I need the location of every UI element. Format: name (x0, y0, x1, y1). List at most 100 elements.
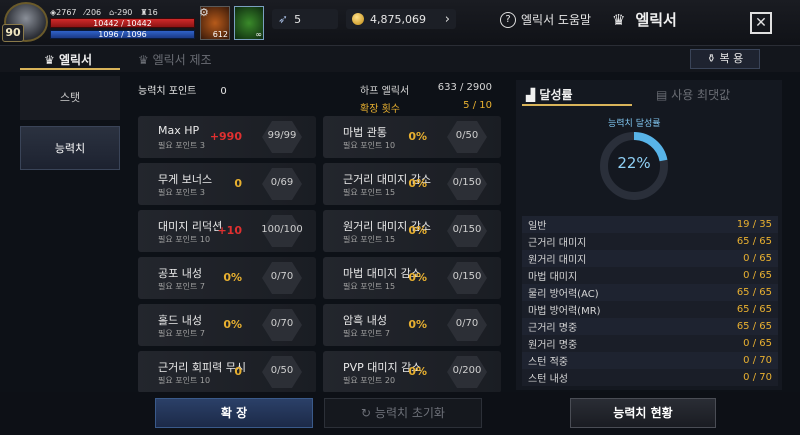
table-row: 물리 방어력(AC) 65 / 65 (522, 284, 778, 301)
stat-2: ⁄206 (85, 8, 102, 17)
stat-1-value: 2767 (56, 8, 77, 17)
table-row: 마법 대미지 0 / 65 (522, 267, 778, 284)
card-magic-damage-reduction[interactable]: 마법 대미지 감소 필요 포인트 15 0% 0/150 (323, 257, 501, 299)
card-level: 0/50 (455, 130, 479, 141)
gold-coin-icon (352, 13, 364, 25)
harp-elixir-info: 하프 엘릭서 633 / 2900 확장 횟수 5 / 10 (360, 82, 492, 118)
card-dark-resist[interactable]: 암흑 내성 필요 포인트 7 0% 0/70 (323, 304, 501, 346)
card-level: 0/200 (452, 365, 482, 376)
tab-achievement[interactable]: ▟ 달성률 (526, 86, 573, 103)
tab-underline (20, 68, 120, 70)
table-row: 스턴 내성 0 / 70 (522, 369, 778, 386)
tab-craft-label: 엘릭서 제조 (152, 53, 212, 67)
level-badge: 90 (2, 24, 24, 42)
side-tab-ability[interactable]: 능력치 (20, 126, 120, 170)
tab-elixir-icon: ♛ (44, 53, 59, 67)
row-key: 마법 방어력(MR) (528, 306, 601, 317)
page-title-text: 엘릭서 (635, 11, 677, 29)
tab-craft-icon: ♛ (138, 53, 153, 67)
gold-resource: 4,875,069 › (346, 9, 456, 29)
row-value: 0 / 65 (743, 253, 772, 264)
card-level: 0/70 (270, 318, 294, 329)
card-name: 홀드 내성 (158, 314, 202, 327)
card-level: 0/70 (270, 271, 294, 282)
card-hold-resist[interactable]: 홀드 내성 필요 포인트 7 0% 0/70 (138, 304, 316, 346)
card-req: 필요 포인트 7 (158, 329, 205, 338)
page-title: ♛ 엘릭서 (612, 9, 677, 30)
gold-amount: 4,875,069 (370, 12, 426, 26)
card-bonus: 0% (408, 365, 427, 378)
gear-icon[interactable]: ⚙ (199, 6, 209, 19)
side-tab-stat[interactable]: 스탯 (20, 76, 120, 120)
hp-bar: 10442 / 10442 (50, 18, 195, 28)
card-bonus: 0% (223, 271, 242, 284)
card-req: 필요 포인트 3 (158, 188, 205, 197)
card-req: 필요 포인트 15 (343, 188, 396, 197)
table-row: 원거리 대미지 0 / 65 (522, 250, 778, 267)
tab-elixir-label: 엘릭서 (58, 53, 93, 67)
card-weight[interactable]: 무게 보너스 필요 포인트 3 0 0/69 (138, 163, 316, 205)
table-row: 마법 방어력(MR) 65 / 65 (522, 301, 778, 318)
restore-button[interactable]: ⚱ 복 용 (690, 49, 760, 69)
card-level: 0/50 (270, 365, 294, 376)
row-key: 물리 방어력(AC) (528, 289, 599, 300)
potion-count: 612 (212, 30, 228, 39)
expand-button[interactable]: 확 장 (155, 398, 313, 428)
wing-resource: ➶ 5 (272, 9, 338, 29)
harp-label: 하프 엘릭서 (360, 86, 410, 97)
close-button[interactable]: ✕ (750, 12, 772, 34)
achievement-table: 일반 19 / 35 근거리 대미지 65 / 65 원거리 대미지 0 / 65 마… (522, 216, 778, 386)
wing-icon: ➶ (278, 12, 289, 26)
card-bonus: 0% (408, 271, 427, 284)
stat-4-value: 16 (147, 8, 158, 17)
ability-points: 능력치 포인트 0 (138, 82, 227, 97)
table-row: 근거리 명중 65 / 65 (522, 318, 778, 335)
card-damage-reduction[interactable]: 대미지 리덕션 필요 포인트 10 +10 100/100 (138, 210, 316, 252)
chevron-right-icon[interactable]: › (445, 12, 450, 27)
top-bar: 90 ◈2767 ⁄206 ⌂-290 ♜16 10442 / 10442 10… (0, 0, 800, 46)
card-level: 0/150 (452, 271, 482, 282)
card-bonus: 0% (408, 224, 427, 237)
card-melee-damage-reduction[interactable]: 근거리 대미지 감소 필요 포인트 15 0% 0/150 (323, 163, 501, 205)
card-bonus: 0% (408, 318, 427, 331)
card-name: 대미지 리덕션 (158, 220, 223, 233)
row-key: 스턴 내성 (528, 374, 568, 385)
achievement-tab-underline (522, 104, 632, 106)
tab-craft[interactable]: ♛ 엘릭서 제조 (138, 51, 212, 68)
points-label: 능력치 포인트 (138, 86, 197, 97)
table-row: 원거리 명중 0 / 65 (522, 335, 778, 352)
card-bonus: 0 (234, 177, 242, 190)
expand-value: 5 / 10 (463, 100, 492, 111)
card-ranged-damage-reduction[interactable]: 원거리 대미지 감소 필요 포인트 15 0% 0/150 (323, 210, 501, 252)
card-magic-penetration[interactable]: 마법 관통 필요 포인트 10 0% 0/50 (323, 116, 501, 158)
card-max-hp[interactable]: Max HP 필요 포인트 3 +990 99/99 (138, 116, 316, 158)
row-key: 스턴 적중 (528, 357, 568, 368)
row-key: 근거리 명중 (528, 323, 578, 334)
card-pvp-damage-reduction[interactable]: PVP 대미지 감소 필요 포인트 20 0% 0/200 (323, 351, 501, 393)
wing-count: 5 (294, 12, 302, 26)
card-req: 필요 포인트 7 (343, 329, 390, 338)
expand-label: 확장 횟수 (360, 104, 400, 115)
card-req: 필요 포인트 20 (343, 376, 396, 385)
card-name: 마법 관통 (343, 126, 387, 139)
reset-button[interactable]: ↻ 능력치 초기화 (324, 398, 482, 428)
card-req: 필요 포인트 15 (343, 235, 396, 244)
tab-elixir[interactable]: ♛ 엘릭서 (44, 51, 92, 68)
card-bonus: 0 (234, 365, 242, 378)
flask-icon: ⚱ (706, 52, 720, 65)
row-value: 65 / 65 (736, 321, 772, 332)
help-button[interactable]: ? 엘릭서 도움말 (500, 11, 591, 28)
status-button[interactable]: 능력치 현황 (570, 398, 716, 428)
trophy-icon: ♜ (140, 8, 148, 17)
card-melee-evasion-ignore[interactable]: 근거리 회피력 무시 필요 포인트 10 0 0/50 (138, 351, 316, 393)
row-key: 마법 대미지 (528, 272, 578, 283)
card-fear-resist[interactable]: 공포 내성 필요 포인트 7 0% 0/70 (138, 257, 316, 299)
tab-max-usage[interactable]: ▤ 사용 최댓값 (656, 86, 730, 103)
help-label: 엘릭서 도움말 (521, 13, 592, 27)
card-level: 0/150 (452, 177, 482, 188)
stat-3-value: -290 (114, 8, 133, 17)
tab-bar: ♛ 엘릭서 ♛ 엘릭서 제조 ⚱ 복 용 (0, 46, 800, 72)
list-icon: ▤ (656, 88, 672, 102)
leaf-slot[interactable]: ∞ (234, 6, 264, 40)
card-name: Max HP (158, 124, 200, 137)
